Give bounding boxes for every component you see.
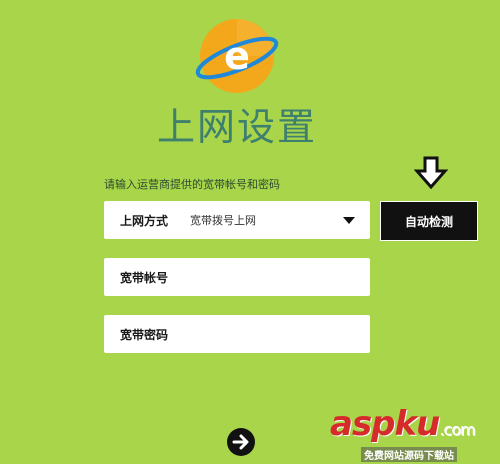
watermark-tagline: 免费网站源码下载站 bbox=[361, 447, 457, 462]
instruction-text: 请输入运营商提供的宽带帐号和密码 bbox=[104, 178, 280, 191]
app-logo-icon: e bbox=[195, 19, 279, 93]
watermark-logo: aspku.com bbox=[330, 404, 476, 444]
account-label: 宽带帐号 bbox=[120, 270, 169, 285]
watermark-brand: aspku bbox=[330, 404, 440, 444]
next-arrow-button[interactable] bbox=[226, 427, 256, 457]
connection-type-label: 上网方式 bbox=[120, 213, 169, 228]
account-field[interactable]: 宽带帐号 bbox=[104, 258, 370, 296]
connection-type-select[interactable]: 上网方式 宽带拨号上网 bbox=[104, 201, 370, 239]
watermark-suffix: .com bbox=[439, 420, 475, 439]
auto-detect-button[interactable]: 自动检测 bbox=[380, 201, 478, 241]
logo-letter: e bbox=[224, 34, 250, 78]
connection-type-value: 宽带拨号上网 bbox=[190, 214, 257, 227]
page-title: 上网设置 bbox=[156, 105, 317, 149]
down-arrow-icon bbox=[414, 156, 448, 190]
password-label: 宽带密码 bbox=[120, 327, 169, 342]
chevron-down-icon[interactable] bbox=[343, 217, 355, 224]
password-field[interactable]: 宽带密码 bbox=[104, 315, 370, 353]
